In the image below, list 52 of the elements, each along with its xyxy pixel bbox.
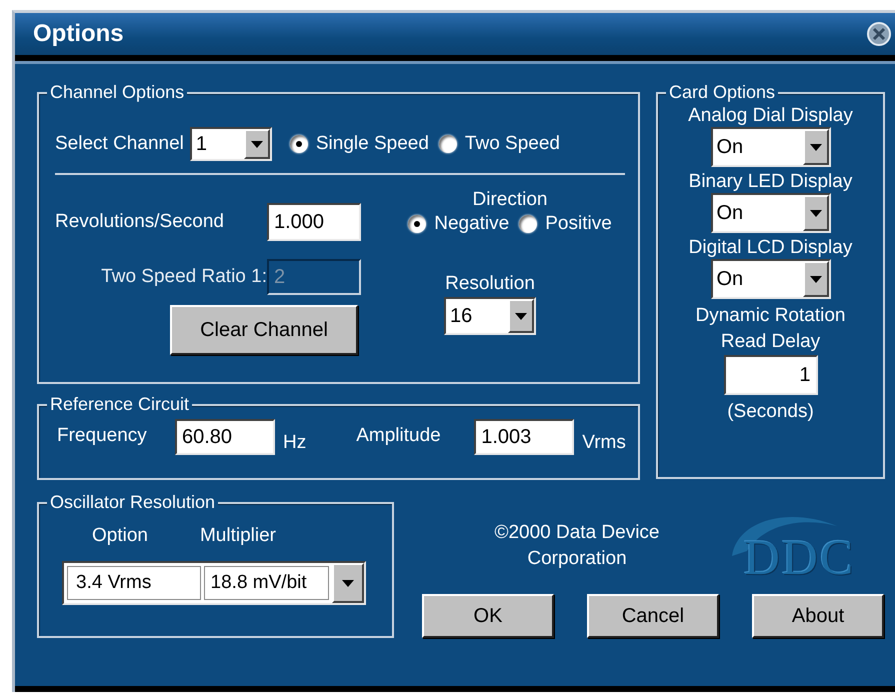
group-title: Card Options: [666, 82, 778, 102]
radio-label[interactable]: Positive: [545, 213, 612, 235]
dropdown-arrow-icon: [515, 312, 527, 320]
label: Two Speed Ratio 1:: [100, 266, 267, 288]
dialog-button[interactable]: OK: [422, 594, 554, 638]
radio-button[interactable]: [438, 135, 457, 153]
column-header: Option: [92, 525, 148, 547]
dropdown-arrow-icon: [250, 140, 263, 148]
dropdown-arrow-icon: [342, 580, 354, 586]
text-field[interactable]: 1.000: [267, 203, 361, 241]
dropdown-cell: 3.4 Vrms: [67, 566, 201, 600]
dropdown[interactable]: On: [710, 193, 830, 233]
unit-label: (Seconds): [727, 401, 814, 423]
dropdown-arrow-icon: [810, 144, 822, 150]
label: Revolutions/Second: [55, 211, 225, 233]
radio-label[interactable]: Two Speed: [464, 133, 560, 155]
radio-button[interactable]: [519, 215, 538, 233]
dropdown[interactable]: On: [710, 127, 830, 167]
label: Amplitude: [356, 425, 442, 447]
dropdown-arrow-icon: [810, 210, 822, 216]
text-field[interactable]: 1: [724, 355, 818, 395]
dropdown[interactable]: 16: [444, 297, 536, 335]
radio-button[interactable]: [290, 135, 308, 153]
dialog-button[interactable]: About: [752, 594, 884, 638]
unit-label: Hz: [283, 432, 306, 454]
text-field[interactable]: 1.003: [474, 419, 574, 455]
group-title: Channel Options: [47, 82, 188, 102]
label: Dynamic Rotation Read Delay: [694, 304, 846, 354]
label: Direction: [472, 189, 548, 211]
copyright-text: ©2000 Data Device Corporation: [493, 521, 661, 571]
label: Resolution: [445, 273, 535, 295]
label: Binary LED Display: [688, 171, 852, 193]
radio-label[interactable]: Negative: [434, 213, 510, 235]
radio-label[interactable]: Single Speed: [316, 133, 429, 155]
company-logo: DDC: [717, 506, 882, 586]
window-title: Options: [33, 20, 124, 48]
clear-channel-button[interactable]: Clear Channel: [170, 305, 358, 355]
dropdown[interactable]: 1: [190, 127, 272, 161]
radio-button[interactable]: [408, 215, 426, 233]
column-header: Multiplier: [200, 525, 276, 547]
label: Select Channel: [55, 133, 184, 155]
dropdown[interactable]: On: [710, 259, 830, 299]
dialog-button[interactable]: Cancel: [587, 594, 719, 638]
label: Analog Dial Display: [688, 105, 853, 127]
dropdown-cell: 18.8 mV/bit: [204, 566, 330, 600]
dropdown-arrow-icon: [810, 276, 822, 282]
label: Digital LCD Display: [688, 237, 852, 259]
multi-column-dropdown[interactable]: 3.4 Vrms 18.8 mV/bit: [62, 561, 366, 605]
label: Frequency: [57, 425, 148, 447]
close-icon[interactable]: [867, 22, 891, 46]
unit-label: Vrms: [582, 432, 626, 454]
text-field[interactable]: 60.80: [175, 419, 275, 455]
